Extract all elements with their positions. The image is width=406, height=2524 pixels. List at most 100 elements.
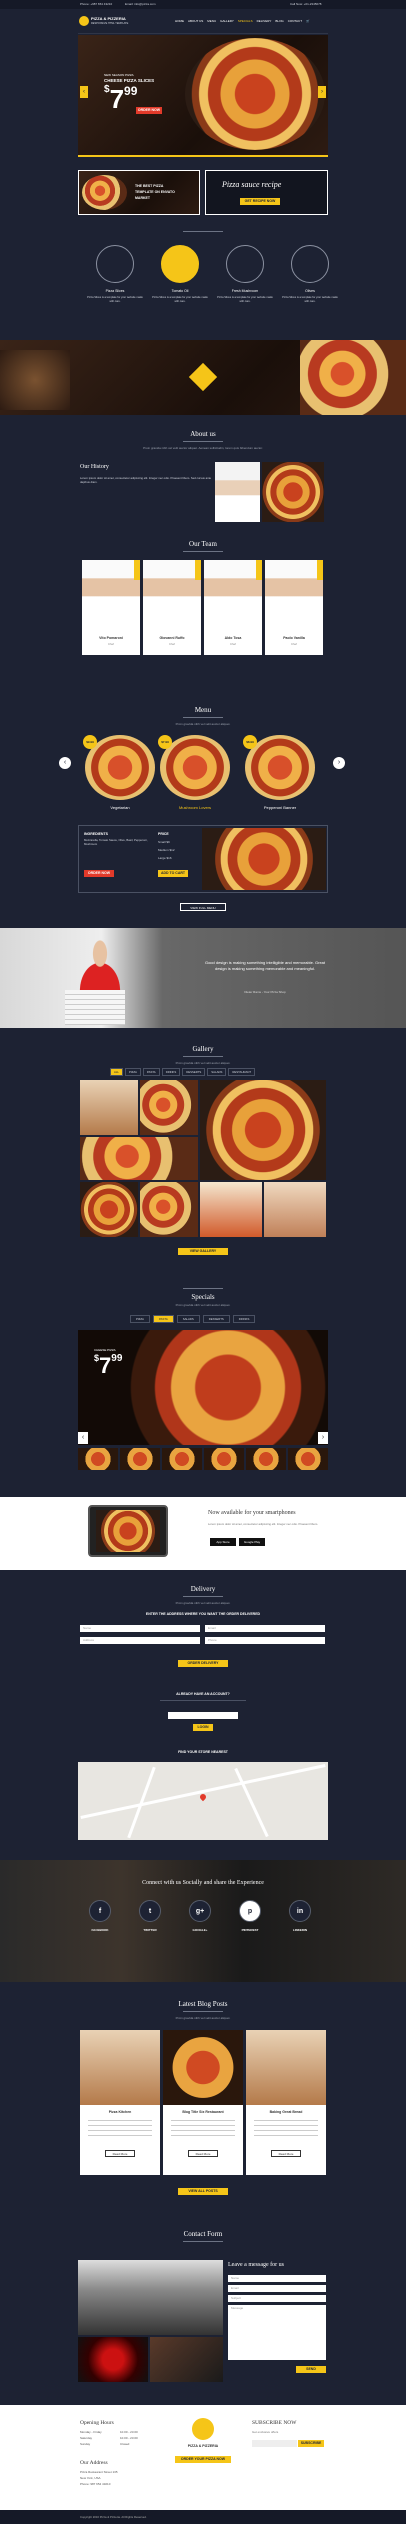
gallery-image-slice[interactable]	[200, 1182, 262, 1237]
price-item[interactable]: Small $9	[158, 840, 170, 844]
contact-send-button[interactable]: SEND	[296, 2366, 326, 2373]
specials-next-arrow-icon[interactable]: ›	[318, 1432, 328, 1444]
linkedin-icon[interactable]: in	[289, 1900, 311, 1922]
blog-read-more-button[interactable]: Read More	[271, 2150, 301, 2157]
contact-message-field[interactable]: Message	[228, 2305, 326, 2360]
login-field[interactable]	[168, 1712, 238, 1719]
blog-post-title[interactable]: Blog Title Six Restaurant	[163, 2110, 243, 2114]
specials-tab[interactable]: DRINKS	[232, 1315, 256, 1323]
gallery-image-pizza-5[interactable]	[140, 1182, 198, 1237]
specials-tab[interactable]: PASTA	[152, 1315, 174, 1323]
subscribe-input[interactable]	[252, 2440, 297, 2447]
specials-thumbnail[interactable]	[120, 1448, 160, 1470]
specials-prev-arrow-icon[interactable]: ‹	[78, 1432, 88, 1444]
app-store-button[interactable]: App Store	[210, 1538, 236, 1546]
social-label[interactable]: TWITTER	[130, 1928, 170, 1932]
specials-tab[interactable]: SALADS	[176, 1315, 200, 1323]
tomato-oil-icon[interactable]	[161, 245, 199, 283]
menu-cat-label[interactable]: Vegetarian	[85, 805, 155, 810]
specials-tab[interactable]: DESSERTS	[202, 1315, 230, 1323]
contact-email-field[interactable]: Email	[228, 2285, 326, 2292]
specials-thumbnail[interactable]	[246, 1448, 286, 1470]
blog-post-title[interactable]: Baking Great Bread	[246, 2110, 326, 2114]
delivery-field-email[interactable]: Email	[205, 1625, 325, 1632]
gallery-image-pizza-4[interactable]	[80, 1182, 138, 1237]
google-play-button[interactable]: Google Play	[239, 1538, 265, 1546]
hero-next-arrow-icon[interactable]: ›	[318, 86, 326, 98]
price-item[interactable]: Large $16	[158, 856, 172, 860]
gallery-image-pizza-2[interactable]	[200, 1080, 326, 1180]
hours-item: Closed	[120, 2442, 130, 2446]
view-full-menu-button[interactable]: VIEW FULL MENU	[180, 903, 226, 911]
nav-item-3[interactable]: GALLERY	[220, 19, 234, 23]
menu-prev-arrow-icon[interactable]: ‹	[59, 757, 71, 769]
contact-subject-field[interactable]: Subject	[228, 2295, 326, 2302]
about-title: About us	[190, 430, 216, 438]
social-label[interactable]: PINTEREST	[230, 1928, 270, 1932]
blog-read-more-button[interactable]: Read More	[188, 2150, 218, 2157]
promo-right[interactable]	[205, 170, 328, 215]
olives-icon[interactable]	[291, 245, 329, 283]
menu-next-arrow-icon[interactable]: ›	[333, 757, 345, 769]
menu-cat-label[interactable]: Mushroom Lovers	[160, 805, 230, 810]
gallery-image-pizza-1[interactable]	[140, 1080, 198, 1135]
gallery-filter[interactable]: PASTA	[142, 1068, 160, 1076]
promo-right-button[interactable]: GET RECIPE NOW	[240, 198, 280, 205]
gallery-filter[interactable]: DESSERTS	[182, 1068, 206, 1076]
pinterest-icon[interactable]: p	[239, 1900, 261, 1922]
gallery-filter[interactable]: DRINKS	[161, 1068, 181, 1076]
nav-item-0[interactable]: HOME	[175, 19, 184, 23]
team-role: Chef	[291, 642, 297, 646]
gallery-filter[interactable]: ALL	[110, 1068, 123, 1076]
team-title: Our Team	[189, 540, 217, 548]
social-label[interactable]: FACEBOOK	[80, 1928, 120, 1932]
nav-item-5[interactable]: DELIVERY	[257, 19, 272, 23]
nav-item-1[interactable]: ABOUT US	[188, 19, 203, 23]
subscribe-button[interactable]: SUBSCRIBE	[298, 2440, 324, 2447]
pizza-slice-icon[interactable]	[96, 245, 134, 283]
blog-read-more-button[interactable]: Read More	[105, 2150, 135, 2157]
menu-cart-button[interactable]: ADD TO CART	[158, 870, 188, 877]
blog-post-title[interactable]: Pizza Kitchen	[80, 2110, 160, 2114]
delivery-field-name[interactable]: Name	[80, 1625, 200, 1632]
specials-tab[interactable]: PIZZA	[130, 1315, 150, 1323]
logo-text[interactable]: PIZZA & PIZZERIA	[91, 16, 126, 21]
feature-label: Pizza Slices	[105, 289, 125, 293]
blog-view-all-button[interactable]: VIEW ALL POSTS	[178, 2188, 228, 2195]
nav-item-2[interactable]: MENU	[207, 19, 216, 23]
specials-thumbnail[interactable]	[78, 1448, 118, 1470]
social-label[interactable]: LINKEDIN	[280, 1928, 320, 1932]
nav-item-7[interactable]: CONTACT	[288, 19, 302, 23]
specials-thumbnail[interactable]	[288, 1448, 328, 1470]
gallery-filter[interactable]: RESTAURANT	[228, 1068, 256, 1076]
gallery-view-button[interactable]: VIEW GALLERY	[178, 1248, 228, 1255]
delivery-order-button[interactable]: ORDER DELIVERY	[178, 1660, 228, 1667]
cart-icon[interactable]: 🛒	[306, 19, 310, 23]
hero-prev-arrow-icon[interactable]: ‹	[80, 86, 88, 98]
contact-name-field[interactable]: Name	[228, 2275, 326, 2282]
googleplus-icon[interactable]: g+	[189, 1900, 211, 1922]
gallery-image-girl-2[interactable]	[264, 1182, 326, 1237]
gallery-image-girl[interactable]	[80, 1080, 138, 1135]
menu-order-button[interactable]: ORDER NOW	[84, 870, 114, 877]
delivery-field-phone[interactable]: Phone	[205, 1637, 325, 1644]
facebook-icon[interactable]: f	[89, 1900, 111, 1922]
nav-item-4[interactable]: SPECIALS	[238, 19, 253, 23]
social-label[interactable]: GOOGLE+	[180, 1928, 220, 1932]
hero-order-button[interactable]: ORDER NOW	[136, 107, 162, 114]
delivery-field-address[interactable]: Address	[80, 1637, 200, 1644]
gallery-filter[interactable]: SALADS	[207, 1068, 227, 1076]
twitter-icon[interactable]: t	[139, 1900, 161, 1922]
gallery-image-pizza-3[interactable]	[80, 1137, 198, 1180]
nav-item-6[interactable]: BLOG	[275, 19, 283, 23]
mushroom-icon[interactable]	[226, 245, 264, 283]
logo-icon[interactable]	[79, 16, 89, 26]
footer-order-button[interactable]: ORDER YOUR PIZZA NOW	[175, 2456, 231, 2463]
footer-logo-text: PIZZA & PIZZERIA	[187, 2444, 219, 2448]
specials-thumbnail[interactable]	[204, 1448, 244, 1470]
price-item[interactable]: Medium $12	[158, 848, 175, 852]
specials-thumbnail[interactable]	[162, 1448, 202, 1470]
menu-cat-label[interactable]: Pepperoni Banner	[245, 805, 315, 810]
gallery-filter[interactable]: PIZZA	[124, 1068, 141, 1076]
login-button[interactable]: LOGIN	[193, 1724, 213, 1731]
